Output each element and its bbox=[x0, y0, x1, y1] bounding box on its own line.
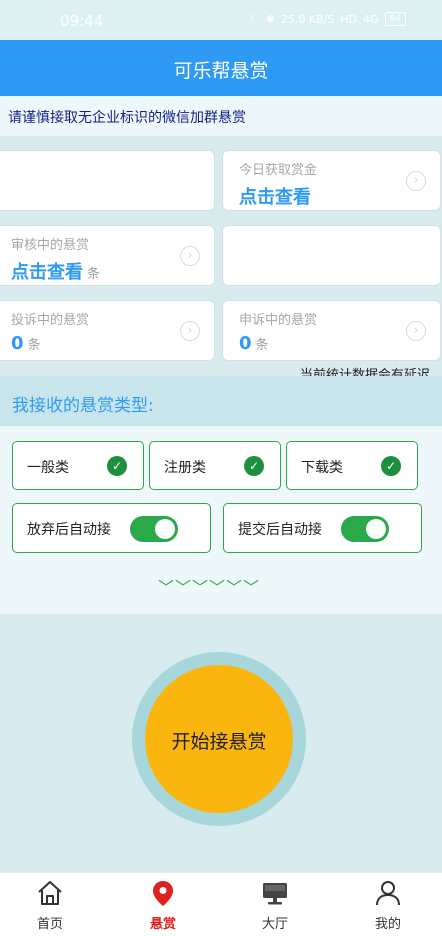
complaining-unit: 条 bbox=[27, 338, 41, 353]
types-title: 我接收的悬赏类型: bbox=[12, 396, 154, 416]
chevron-right-icon: › bbox=[180, 321, 200, 341]
reviewing-value-wrap[interactable]: 点击查看条 bbox=[11, 258, 100, 284]
status-time: 09:44 bbox=[60, 12, 104, 30]
appealing-value-wrap: 0条 bbox=[239, 333, 269, 354]
status-icons: ☾ ✱ 25.0 KB/S HD 4G 84 bbox=[250, 12, 406, 26]
reviewing-unit: 条 bbox=[87, 267, 101, 282]
expand-chevrons-icon[interactable]: ﹀﹀﹀﹀﹀﹀ bbox=[158, 574, 260, 598]
check-icon: ✓ bbox=[107, 456, 127, 476]
auto-accept-after-submit[interactable]: 提交后自动接 bbox=[223, 503, 422, 553]
today-reward-card[interactable]: 今日获取赏金 点击查看 › bbox=[222, 150, 441, 211]
appealing-unit: 条 bbox=[255, 338, 269, 353]
appealing-card[interactable]: 申诉中的悬赏 0条 › bbox=[222, 300, 441, 361]
status-bar: 09:44 ☾ ✱ 25.0 KB/S HD 4G 84 bbox=[0, 0, 442, 40]
appealing-label: 申诉中的悬赏 bbox=[239, 313, 318, 328]
battery-icon: 84 bbox=[384, 12, 406, 26]
start-button-label[interactable]: 开始接悬赏 bbox=[145, 727, 293, 754]
type-register[interactable]: 注册类 ✓ bbox=[149, 441, 281, 490]
auto-accept-after-submit-label: 提交后自动接 bbox=[238, 522, 322, 538]
chevron-right-icon: › bbox=[406, 321, 426, 341]
moon-icon: ☾ bbox=[249, 12, 260, 26]
stat-card-empty-2 bbox=[222, 225, 441, 286]
type-download[interactable]: 下载类 ✓ bbox=[286, 441, 418, 490]
signal-label: 4G bbox=[363, 12, 379, 26]
type-download-label: 下载类 bbox=[301, 460, 343, 476]
tab-home-label: 首页 bbox=[36, 917, 63, 932]
type-register-label: 注册类 bbox=[164, 460, 206, 476]
auto-accept-after-abandon-label: 放弃后自动接 bbox=[27, 522, 111, 538]
chevron-right-icon: › bbox=[406, 171, 426, 191]
tab-hall[interactable]: 大厅 bbox=[220, 873, 330, 936]
network-speed: 25.0 KB/S bbox=[280, 12, 335, 26]
tab-mine[interactable]: 我的 bbox=[333, 873, 442, 936]
tab-reward-label: 悬赏 bbox=[149, 917, 176, 932]
complaining-card[interactable]: 投诉中的悬赏 0条 › bbox=[0, 300, 215, 361]
check-icon: ✓ bbox=[244, 456, 264, 476]
auto-accept-after-submit-toggle[interactable] bbox=[341, 516, 389, 542]
page-title: 可乐帮悬赏 bbox=[173, 60, 269, 82]
complaining-value: 0 bbox=[11, 333, 24, 354]
reviewing-value[interactable]: 点击查看 bbox=[11, 262, 83, 283]
tab-mine-label: 我的 bbox=[374, 917, 401, 932]
type-general-label: 一般类 bbox=[27, 460, 69, 476]
reviewing-card[interactable]: 审核中的悬赏 点击查看条 › bbox=[0, 225, 215, 286]
type-general[interactable]: 一般类 ✓ bbox=[12, 441, 144, 490]
tab-reward[interactable]: 悬赏 bbox=[108, 873, 218, 936]
auto-accept-after-abandon-toggle[interactable] bbox=[130, 516, 178, 542]
monitor-icon bbox=[263, 883, 287, 905]
tab-home[interactable]: 首页 bbox=[0, 873, 105, 936]
today-reward-value[interactable]: 点击查看 bbox=[239, 183, 311, 209]
complaining-value-wrap: 0条 bbox=[11, 333, 41, 354]
check-icon: ✓ bbox=[381, 456, 401, 476]
location-pin-icon bbox=[153, 881, 173, 906]
reviewing-label: 审核中的悬赏 bbox=[11, 238, 90, 253]
tab-hall-label: 大厅 bbox=[261, 917, 288, 932]
hd-badge: HD bbox=[340, 12, 358, 26]
types-header: 我接收的悬赏类型: bbox=[0, 376, 442, 426]
appealing-value: 0 bbox=[239, 333, 252, 354]
tab-bar: 首页 悬赏 大厅 我的 bbox=[0, 872, 442, 936]
complaining-label: 投诉中的悬赏 bbox=[11, 313, 90, 328]
notice-text: 请谨慎接取无企业标识的微信加群悬赏 bbox=[8, 110, 246, 126]
home-icon bbox=[38, 881, 62, 905]
today-reward-label: 今日获取赏金 bbox=[239, 163, 318, 178]
app-header: 可乐帮悬赏 bbox=[0, 40, 442, 96]
stat-card-empty-1 bbox=[0, 150, 215, 211]
chevron-right-icon: › bbox=[180, 246, 200, 266]
auto-accept-after-abandon[interactable]: 放弃后自动接 bbox=[12, 503, 211, 553]
bluetooth-icon: ✱ bbox=[265, 12, 275, 26]
notice-bar: 请谨慎接取无企业标识的微信加群悬赏 bbox=[0, 96, 442, 136]
user-icon bbox=[376, 881, 400, 906]
